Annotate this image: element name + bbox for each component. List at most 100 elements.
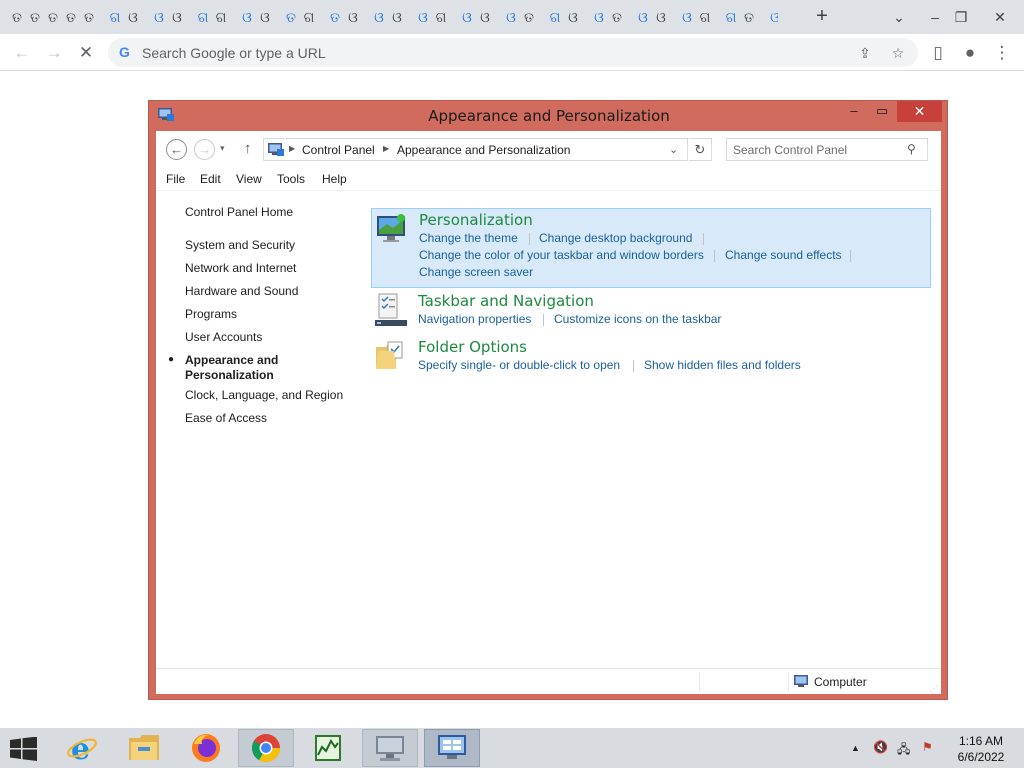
category-personalization[interactable]: Personalization Change the theme Change … bbox=[371, 208, 931, 288]
tab-favicon-icon[interactable]: ଓ bbox=[256, 8, 274, 26]
recent-locations-dropdown[interactable]: ▾ bbox=[220, 143, 225, 154]
tab-favicon-icon[interactable]: ଗ bbox=[722, 8, 740, 26]
tab-favicon-icon[interactable]: ତ bbox=[520, 8, 538, 26]
show-hidden-icons-icon[interactable]: ▲ bbox=[851, 743, 860, 753]
tab-favicon-icon[interactable]: ଗ bbox=[546, 8, 564, 26]
tab-favicon-icon[interactable]: ଓ bbox=[590, 8, 608, 26]
taskbar-chrome[interactable] bbox=[238, 729, 294, 767]
tab-favicon-icon[interactable]: ଓ bbox=[634, 8, 652, 26]
tab-favicon-icon[interactable]: ତ bbox=[8, 8, 26, 26]
link-show-hidden-files[interactable]: Show hidden files and folders bbox=[644, 358, 801, 372]
network-icon[interactable]: 🖧 bbox=[897, 740, 910, 761]
tab-favicon-icon[interactable]: ତ bbox=[326, 8, 344, 26]
link-change-desktop-background[interactable]: Change desktop background bbox=[539, 231, 692, 245]
tab-favicon-icon[interactable]: ଓ bbox=[766, 8, 778, 26]
browser-menu-icon[interactable]: ⋮ bbox=[989, 40, 1015, 66]
tab-favicon-icon[interactable]: ତ bbox=[62, 8, 80, 26]
personalization-title[interactable]: Personalization bbox=[419, 211, 533, 229]
nav-user-accounts[interactable]: User Accounts bbox=[185, 330, 262, 345]
search-control-panel-box[interactable]: ⚲ bbox=[726, 138, 928, 161]
tab-favicon-icon[interactable]: ଗ bbox=[212, 8, 230, 26]
breadcrumb-appearance[interactable]: Appearance and Personalization bbox=[397, 143, 570, 157]
taskbar-internet-explorer[interactable]: e bbox=[54, 729, 110, 767]
nav-system-and-security[interactable]: System and Security bbox=[185, 238, 295, 253]
tab-favicon-icon[interactable]: ଓ bbox=[458, 8, 476, 26]
tab-favicon-icon[interactable]: ଗ bbox=[696, 8, 714, 26]
up-button[interactable]: ↑ bbox=[244, 140, 252, 157]
link-single-double-click[interactable]: Specify single- or double-click to open bbox=[418, 358, 620, 372]
link-change-taskbar-color[interactable]: Change the color of your taskbar and win… bbox=[419, 248, 704, 262]
window-maximize-button[interactable]: ▭ bbox=[869, 101, 895, 122]
windows-start-icon[interactable] bbox=[10, 737, 38, 761]
breadcrumb-separator[interactable]: ▶ bbox=[289, 144, 295, 153]
category-folder-options[interactable]: Folder Options Specify single- or double… bbox=[371, 336, 931, 378]
taskbar-control-panel[interactable] bbox=[424, 729, 480, 767]
share-icon[interactable]: ⇪ bbox=[856, 44, 874, 62]
back-button[interactable]: ← bbox=[166, 139, 187, 160]
tab-favicon-icon[interactable]: ଓ bbox=[168, 8, 186, 26]
forward-button[interactable]: → bbox=[194, 139, 215, 160]
nav-hardware-and-sound[interactable]: Hardware and Sound bbox=[185, 284, 298, 299]
taskbar-network-monitor[interactable] bbox=[362, 729, 418, 767]
breadcrumb-control-panel[interactable]: Control Panel bbox=[302, 143, 375, 157]
tab-favicon-icon[interactable]: ତ bbox=[26, 8, 44, 26]
side-panel-icon[interactable]: ▯ bbox=[925, 40, 951, 66]
link-change-theme[interactable]: Change the theme bbox=[419, 231, 518, 245]
menu-edit[interactable]: Edit bbox=[200, 172, 221, 186]
nav-ease-of-access[interactable]: Ease of Access bbox=[185, 411, 267, 426]
window-minimize-button[interactable]: – bbox=[841, 101, 867, 122]
browser-restore-button[interactable]: ❐ bbox=[944, 4, 978, 30]
taskbar-firefox[interactable] bbox=[178, 729, 234, 767]
tab-favicon-icon[interactable]: ଗ bbox=[106, 8, 124, 26]
nav-programs[interactable]: Programs bbox=[185, 307, 237, 322]
tab-favicon-icon[interactable]: ଓ bbox=[652, 8, 670, 26]
tab-favicon-icon[interactable]: ଓ bbox=[150, 8, 168, 26]
tab-favicon-icon[interactable]: ଓ bbox=[370, 8, 388, 26]
menu-help[interactable]: Help bbox=[322, 172, 347, 186]
search-input[interactable] bbox=[733, 142, 903, 158]
taskbar-clock[interactable]: 1:16 AM 6/6/2022 bbox=[948, 733, 1014, 765]
tab-favicon-icon[interactable]: ଓ bbox=[414, 8, 432, 26]
category-taskbar-navigation[interactable]: Taskbar and Navigation Navigation proper… bbox=[371, 290, 931, 332]
taskbar-file-explorer[interactable] bbox=[116, 729, 172, 767]
tab-search-chevron-icon[interactable]: ⌄ bbox=[882, 4, 916, 30]
tab-favicon-icon[interactable]: ଓ bbox=[238, 8, 256, 26]
browser-close-button[interactable]: ✕ bbox=[983, 4, 1017, 30]
link-change-sound-effects[interactable]: Change sound effects bbox=[725, 248, 842, 262]
nav-network-and-internet[interactable]: Network and Internet bbox=[185, 261, 296, 276]
tab-favicon-icon[interactable]: ତ bbox=[44, 8, 62, 26]
tab-favicon-icon[interactable]: ଓ bbox=[678, 8, 696, 26]
tab-favicon-icon[interactable]: ଗ bbox=[194, 8, 212, 26]
breadcrumb-separator[interactable]: ▶ bbox=[383, 144, 389, 153]
tab-favicon-icon[interactable]: ଓ bbox=[502, 8, 520, 26]
taskbar-navigation-title[interactable]: Taskbar and Navigation bbox=[418, 292, 594, 310]
link-change-screen-saver[interactable]: Change screen saver bbox=[419, 265, 533, 279]
tab-favicon-icon[interactable]: ଓ bbox=[564, 8, 582, 26]
address-history-chevron-icon[interactable]: ⌄ bbox=[669, 143, 678, 156]
nav-clock-language-region[interactable]: Clock, Language, and Region bbox=[185, 388, 343, 403]
tab-favicon-icon[interactable]: ଓ bbox=[388, 8, 406, 26]
tab-favicon-icon[interactable]: ଓ bbox=[344, 8, 362, 26]
bookmark-star-icon[interactable]: ☆ bbox=[889, 44, 907, 62]
link-navigation-properties[interactable]: Navigation properties bbox=[418, 312, 531, 326]
address-box[interactable]: ▶ Control Panel ▶ Appearance and Persona… bbox=[263, 138, 688, 161]
search-icon[interactable]: ⚲ bbox=[907, 142, 916, 156]
link-customize-taskbar-icons[interactable]: Customize icons on the taskbar bbox=[554, 312, 721, 326]
browser-forward-button[interactable]: → bbox=[41, 40, 67, 66]
omnibox-placeholder[interactable]: Search Google or type a URL bbox=[142, 45, 326, 61]
tab-favicon-icon[interactable]: ତ bbox=[608, 8, 626, 26]
menu-tools[interactable]: Tools bbox=[277, 172, 305, 186]
tab-favicon-icon[interactable]: ତ bbox=[740, 8, 758, 26]
menu-view[interactable]: View bbox=[236, 172, 262, 186]
action-center-flag-icon[interactable]: ⚑ bbox=[922, 740, 933, 754]
refresh-button[interactable]: ↻ bbox=[689, 138, 712, 161]
browser-stop-button[interactable]: ✕ bbox=[73, 40, 99, 66]
tab-favicon-icon[interactable]: ତ bbox=[80, 8, 98, 26]
resize-grip-icon[interactable]: ⋰ bbox=[930, 684, 938, 693]
tab-favicon-icon[interactable]: ଓ bbox=[476, 8, 494, 26]
browser-back-button[interactable]: ← bbox=[9, 40, 35, 66]
omnibox[interactable]: G Search Google or type a URL ⇪ ☆ bbox=[108, 38, 918, 67]
nav-control-panel-home[interactable]: Control Panel Home bbox=[185, 205, 293, 220]
new-tab-button[interactable]: + bbox=[811, 6, 833, 28]
folder-options-title[interactable]: Folder Options bbox=[418, 338, 527, 356]
